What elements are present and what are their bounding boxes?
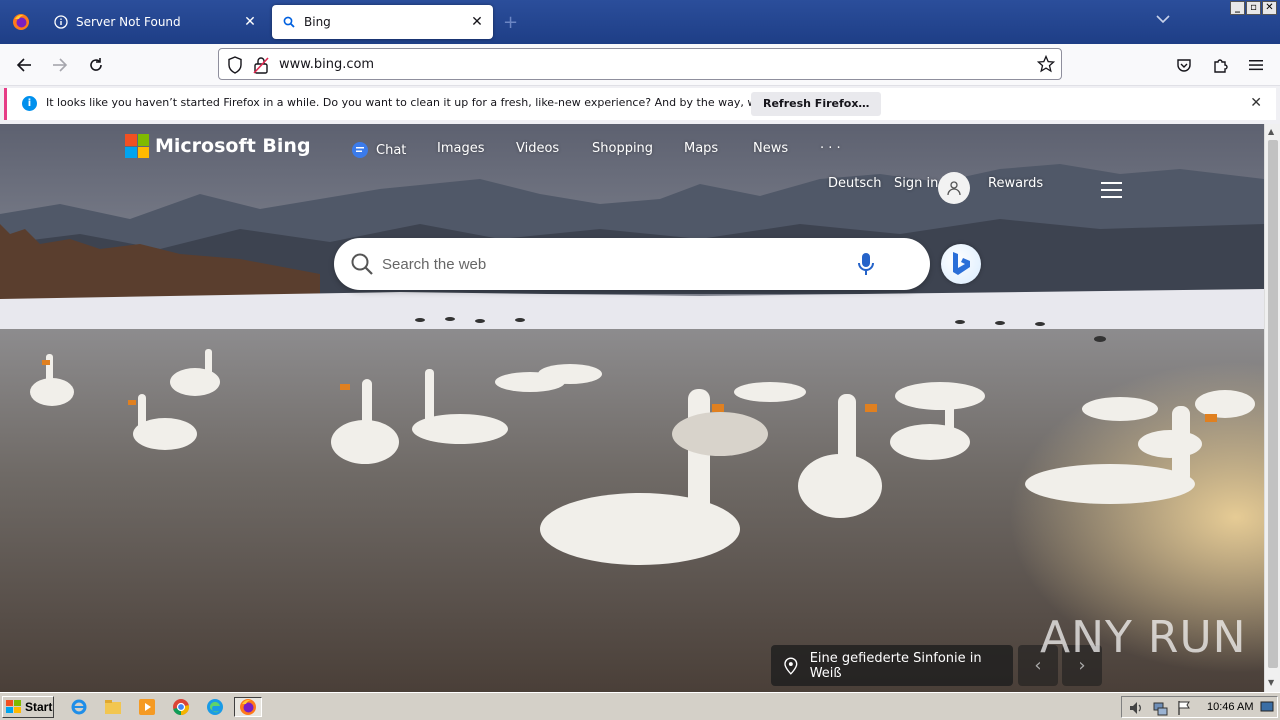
background-image-swans: [0, 124, 1264, 692]
settings-menu-icon[interactable]: [1101, 182, 1122, 203]
tab-title: Bing: [304, 15, 331, 29]
tab-title: Server Not Found: [76, 15, 181, 29]
firefox-icon: [240, 699, 256, 715]
bing-logo[interactable]: Microsoft Bing: [125, 134, 311, 158]
nav-maps[interactable]: Maps: [684, 141, 718, 156]
url-text: www.bing.com: [279, 57, 375, 72]
extensions-button[interactable]: [1206, 52, 1234, 78]
firefox-view-button[interactable]: [0, 0, 42, 44]
anyrun-watermark: ANY RUN: [1040, 612, 1247, 663]
start-button[interactable]: Start: [2, 696, 54, 718]
nav-chat-label: Chat: [376, 142, 407, 158]
tab-server-not-found[interactable]: Server Not Found ✕: [44, 5, 266, 39]
scroll-thumb[interactable]: [1268, 140, 1278, 668]
hamburger-menu-icon: [1249, 60, 1263, 71]
action-center-flag-icon[interactable]: [1176, 700, 1192, 716]
new-tab-button[interactable]: +: [503, 12, 518, 33]
sign-in-link[interactable]: Sign in: [894, 176, 938, 191]
show-desktop-icon[interactable]: [1260, 700, 1274, 714]
window-controls: _ ▫ ✕: [1230, 1, 1277, 15]
list-all-tabs-chevron-icon[interactable]: [1156, 12, 1170, 28]
page-viewport: Microsoft Bing Chat Images Videos Shoppi…: [0, 124, 1264, 692]
close-notification-icon[interactable]: ✕: [1250, 95, 1262, 111]
app-menu-button[interactable]: [1242, 52, 1270, 78]
copilot-button[interactable]: [941, 244, 981, 284]
scroll-up-icon[interactable]: ▲: [1268, 127, 1274, 136]
microsoft-logo-icon: [125, 134, 149, 158]
windows-taskbar: Start 10:46 AM: [0, 692, 1280, 720]
address-bar[interactable]: www.bing.com: [218, 48, 1062, 80]
edge-icon[interactable]: [204, 697, 226, 717]
user-avatar-icon[interactable]: [938, 172, 970, 204]
rewards-link[interactable]: Rewards: [988, 176, 1043, 191]
reload-button[interactable]: [82, 52, 110, 78]
scroll-down-icon[interactable]: ▼: [1268, 678, 1274, 687]
close-window-button[interactable]: ✕: [1262, 1, 1277, 15]
location-pin-icon: [784, 656, 798, 675]
nav-chat[interactable]: Chat: [351, 141, 406, 159]
media-player-icon[interactable]: [136, 697, 158, 717]
refresh-firefox-button[interactable]: Refresh Firefox…: [751, 92, 882, 116]
file-explorer-icon[interactable]: [102, 697, 124, 717]
minimize-button[interactable]: _: [1230, 1, 1245, 15]
bing-b-icon: [953, 252, 970, 275]
notification-message: It looks like you haven’t started Firefo…: [46, 96, 831, 109]
caption-text: Eine gefiederte Sinfonie in Weiß: [809, 650, 982, 681]
forward-button[interactable]: [46, 52, 74, 78]
system-tray: 10:46 AM: [1121, 696, 1278, 718]
back-button[interactable]: [10, 52, 38, 78]
search-box: [334, 238, 930, 290]
firefox-taskbar-button[interactable]: [234, 697, 262, 717]
bookmark-star-icon[interactable]: [1037, 55, 1055, 73]
shield-icon[interactable]: [227, 56, 243, 74]
microphone-icon[interactable]: [856, 251, 876, 277]
taskbar-clock[interactable]: 10:46 AM: [1207, 701, 1253, 713]
back-arrow-icon: [16, 58, 31, 72]
language-link[interactable]: Deutsch: [828, 176, 882, 191]
image-caption[interactable]: Eine gefiederte Sinfonie in Weiß: [771, 645, 1013, 686]
tab-strip: Server Not Found ✕ Bing ✕ + _ ▫ ✕: [0, 0, 1280, 44]
pocket-button[interactable]: [1170, 52, 1198, 78]
tab-bing[interactable]: Bing ✕: [272, 5, 493, 39]
nav-shopping[interactable]: Shopping: [592, 141, 653, 156]
chrome-icon[interactable]: [170, 697, 192, 717]
close-tab-icon[interactable]: ✕: [242, 14, 258, 30]
insecure-lock-icon[interactable]: [253, 56, 269, 74]
volume-icon[interactable]: [1128, 700, 1144, 716]
refresh-firefox-notification: i It looks like you haven’t started Fire…: [4, 88, 1276, 120]
network-icon[interactable]: [1152, 700, 1168, 716]
nav-images[interactable]: Images: [437, 141, 485, 156]
internet-explorer-icon[interactable]: [68, 697, 90, 717]
pocket-icon: [1177, 59, 1191, 72]
search-icon: [282, 15, 296, 29]
restore-button[interactable]: ▫: [1246, 1, 1261, 15]
page-scrollbar[interactable]: ▲ ▼: [1264, 124, 1280, 692]
nav-more[interactable]: · · ·: [820, 141, 841, 156]
forward-arrow-icon: [53, 58, 68, 72]
reload-icon: [90, 58, 102, 71]
firefox-icon: [13, 14, 29, 30]
info-icon: i: [22, 96, 37, 111]
search-icon: [351, 253, 373, 275]
nav-videos[interactable]: Videos: [516, 141, 559, 156]
info-icon: [54, 15, 68, 29]
navigation-toolbar: www.bing.com: [0, 44, 1280, 86]
logo-text: Microsoft Bing: [155, 135, 311, 157]
chat-icon: [352, 142, 368, 158]
windows-logo-icon: [6, 700, 21, 713]
start-label: Start: [25, 700, 53, 714]
close-tab-icon[interactable]: ✕: [469, 14, 485, 30]
search-input[interactable]: [382, 252, 842, 276]
nav-news[interactable]: News: [753, 141, 788, 156]
puzzle-icon: [1214, 59, 1228, 73]
